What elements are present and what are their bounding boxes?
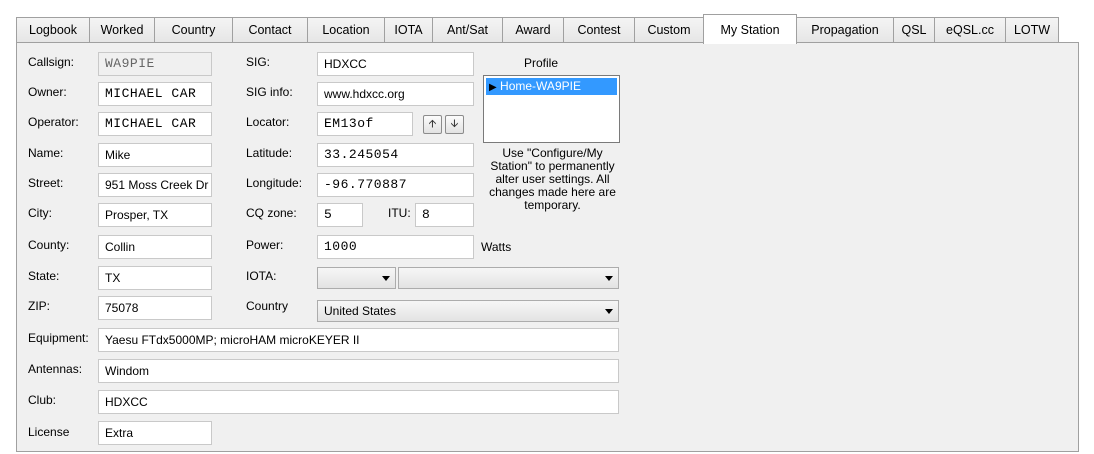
profile-item-label: Home-WA9PIE — [500, 79, 581, 93]
callsign-field[interactable]: WA9PIE — [98, 52, 212, 76]
name-field[interactable]: Mike — [98, 143, 212, 167]
antennas-field[interactable]: Windom — [98, 359, 619, 383]
county-field[interactable]: Collin — [98, 235, 212, 259]
chevron-down-icon — [382, 276, 390, 281]
country-select[interactable]: United States — [317, 300, 619, 322]
arrow-down-icon: 🡫 — [450, 118, 459, 130]
tab-custom[interactable]: Custom — [634, 17, 704, 43]
power-field[interactable]: 1000 — [317, 235, 474, 259]
sig-label: SIG: — [246, 55, 271, 69]
owner-label: Owner: — [28, 85, 67, 99]
longitude-label: Longitude: — [246, 176, 303, 190]
state-label: State: — [28, 269, 60, 283]
locator-down-button[interactable]: 🡫 — [445, 115, 464, 134]
tab-ant-sat[interactable]: Ant/Sat — [432, 17, 503, 43]
locator-label: Locator: — [246, 115, 290, 129]
cqzone-label: CQ zone: — [246, 206, 297, 220]
longitude-field[interactable]: -96.770887 — [317, 173, 474, 197]
state-field[interactable]: TX — [98, 266, 212, 290]
city-field[interactable]: Prosper, TX — [98, 203, 212, 227]
operator-label: Operator: — [28, 115, 79, 129]
operator-field[interactable]: MICHAEL CAR — [98, 112, 212, 136]
tab-award[interactable]: Award — [502, 17, 564, 43]
iota-island-select[interactable] — [398, 267, 619, 289]
equipment-label: Equipment: — [28, 331, 89, 345]
locator-field[interactable]: EM13of — [317, 112, 413, 136]
name-label: Name: — [28, 146, 64, 160]
zip-field[interactable]: 75078 — [98, 296, 212, 320]
city-label: City: — [28, 206, 52, 220]
iota-continent-select[interactable] — [317, 267, 396, 289]
equipment-field[interactable]: Yaesu FTdx5000MP; microHAM microKEYER II — [98, 328, 619, 352]
callsign-label: Callsign: — [28, 55, 75, 69]
street-field[interactable]: 951 Moss Creek Dr — [98, 173, 212, 197]
profile-note: Use "Configure/My Station" to permanentl… — [489, 146, 616, 212]
iota-label: IOTA: — [246, 269, 277, 283]
club-label: Club: — [28, 393, 57, 407]
my-station-panel: Callsign: WA9PIE Owner: MICHAEL CAR Oper… — [16, 42, 1079, 452]
antennas-label: Antennas: — [28, 362, 83, 376]
country-value: United States — [324, 304, 397, 318]
club-field[interactable]: HDXCC — [98, 390, 619, 414]
zip-label: ZIP: — [28, 299, 51, 313]
tab-qsl[interactable]: QSL — [893, 17, 935, 43]
country-label: Country — [246, 299, 289, 313]
siginfo-field[interactable]: www.hdxcc.org — [317, 82, 474, 106]
power-unit: Watts — [481, 240, 512, 254]
tab-contact[interactable]: Contact — [232, 17, 308, 43]
license-field[interactable]: Extra — [98, 421, 212, 445]
arrow-up-icon: 🡩 — [428, 118, 437, 130]
license-label: License — [28, 425, 70, 439]
cqzone-field[interactable]: 5 — [317, 203, 363, 227]
tab-my-station[interactable]: My Station — [703, 14, 797, 44]
power-label: Power: — [246, 238, 284, 252]
tab-contest[interactable]: Contest — [563, 17, 635, 43]
tab-worked[interactable]: Worked — [89, 17, 155, 43]
latitude-field[interactable]: 33.245054 — [317, 143, 474, 167]
tab-propagation[interactable]: Propagation — [796, 17, 894, 43]
tab-logbook[interactable]: Logbook — [16, 17, 90, 43]
locator-up-button[interactable]: 🡩 — [423, 115, 442, 134]
latitude-label: Latitude: — [246, 146, 293, 160]
chevron-down-icon — [605, 309, 613, 314]
tab-lotw[interactable]: LOTW — [1005, 17, 1059, 43]
county-label: County: — [28, 238, 70, 252]
tab-country[interactable]: Country — [154, 17, 233, 43]
profile-item-selected[interactable]: ▶ Home-WA9PIE — [486, 78, 617, 95]
profile-listbox[interactable]: ▶ Home-WA9PIE — [483, 75, 620, 143]
sig-field[interactable]: HDXCC — [317, 52, 474, 76]
owner-field[interactable]: MICHAEL CAR — [98, 82, 212, 106]
play-marker-icon: ▶ — [489, 82, 497, 93]
profile-label: Profile — [524, 56, 559, 70]
chevron-down-icon — [605, 276, 613, 281]
street-label: Street: — [28, 176, 64, 190]
tab-eqsl[interactable]: eQSL.cc — [934, 17, 1006, 43]
tab-iota[interactable]: IOTA — [384, 17, 433, 43]
itu-label: ITU: — [388, 206, 411, 220]
tab-location[interactable]: Location — [307, 17, 385, 43]
itu-field[interactable]: 8 — [415, 203, 474, 227]
siginfo-label: SIG info: — [246, 85, 293, 99]
